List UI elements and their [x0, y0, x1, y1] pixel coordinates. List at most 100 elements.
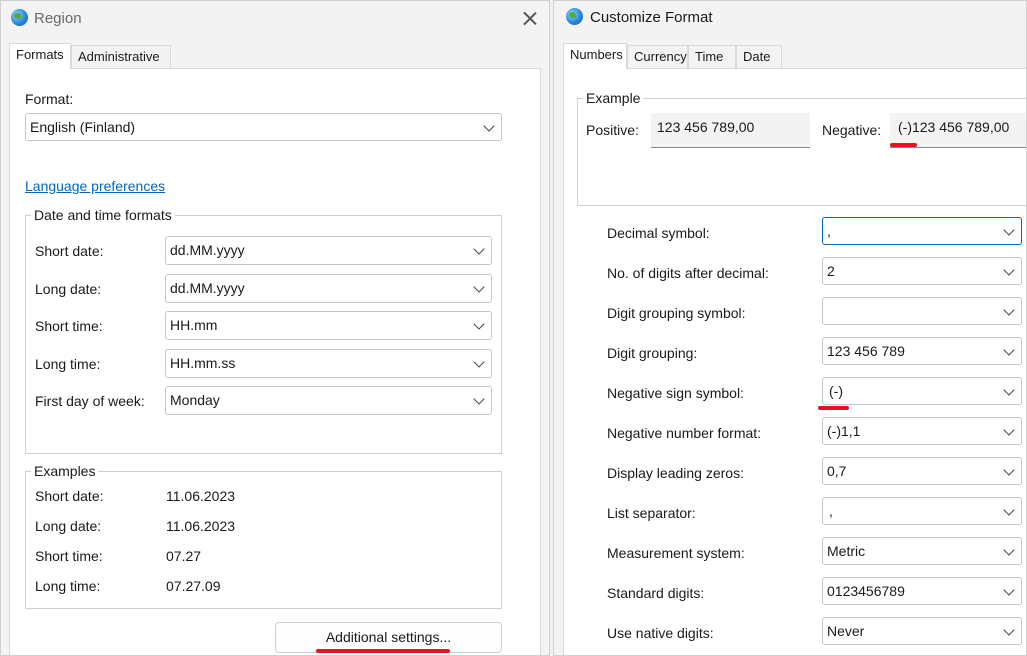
example-long-time-label: Long time: [35, 578, 101, 594]
negative-sign-symbol-dropdown[interactable]: (-) [822, 377, 1022, 405]
tab-formats[interactable]: Formats [9, 43, 71, 69]
tab-date[interactable]: Date [736, 45, 782, 69]
long-date-dropdown[interactable]: dd.MM.yyyy [165, 274, 492, 303]
leading-zeros-label: Display leading zeros: [607, 465, 744, 481]
chevron-down-icon [1003, 504, 1015, 516]
chevron-down-icon [1003, 264, 1015, 276]
positive-value: 123 456 789,00 [651, 113, 810, 148]
chevron-down-icon [473, 356, 485, 368]
first-day-value: Monday [170, 392, 220, 408]
digits-after-decimal-value: 2 [827, 263, 835, 279]
first-day-dropdown[interactable]: Monday [165, 386, 492, 415]
native-digits-value: Never [827, 623, 865, 639]
example-group-title: Example [583, 90, 644, 106]
example-short-time-label: Short time: [35, 548, 103, 564]
examples-group-title: Examples [31, 463, 99, 479]
short-date-value: dd.MM.yyyy [170, 242, 245, 258]
short-time-value: HH.mm [170, 317, 218, 333]
annotation-underline [818, 406, 849, 410]
annotation-underline [316, 649, 450, 653]
short-date-dropdown[interactable]: dd.MM.yyyy [165, 236, 492, 265]
list-separator-value: , [829, 503, 833, 519]
negative-label: Negative: [822, 122, 882, 138]
tab-numbers[interactable]: Numbers [563, 43, 627, 69]
short-date-label: Short date: [35, 243, 104, 259]
digits-after-decimal-label: No. of digits after decimal: [607, 265, 769, 281]
long-date-label: Long date: [35, 281, 102, 297]
chevron-down-icon [1003, 464, 1015, 476]
native-digits-label: Use native digits: [607, 625, 714, 641]
decimal-symbol-dropdown[interactable]: , [822, 217, 1022, 245]
negative-number-format-label: Negative number format: [607, 425, 762, 441]
format-label: Format: [25, 91, 74, 107]
long-date-value: dd.MM.yyyy [170, 280, 245, 296]
decimal-symbol-value: , [827, 223, 831, 239]
example-long-date-value: 11.06.2023 [166, 518, 236, 534]
short-time-label: Short time: [35, 318, 103, 334]
digit-grouping-value: 123 456 789 [827, 343, 905, 359]
window-title: Customize Format [590, 9, 713, 26]
measurement-system-dropdown[interactable]: Metric [822, 537, 1022, 565]
window-title: Region [34, 10, 82, 27]
chevron-down-icon [473, 243, 485, 255]
digits-after-decimal-dropdown[interactable]: 2 [822, 257, 1022, 285]
customize-tabs: Numbers Currency Time Date [563, 43, 1023, 69]
short-time-dropdown[interactable]: HH.mm [165, 311, 492, 340]
customize-format-window: Customize Format Numbers Currency Time D… [553, 0, 1027, 656]
chevron-down-icon [1003, 304, 1015, 316]
tab-administrative[interactable]: Administrative [71, 45, 171, 69]
region-tabs: Formats Administrative [9, 43, 539, 69]
long-time-value: HH.mm.ss [170, 355, 236, 371]
negative-sign-symbol-label: Negative sign symbol: [607, 385, 744, 401]
example-short-date-label: Short date: [35, 488, 104, 504]
long-time-label: Long time: [35, 356, 101, 372]
chevron-down-icon [473, 281, 485, 293]
measurement-system-value: Metric [827, 543, 866, 559]
globe-icon [11, 9, 28, 26]
datetime-group-title: Date and time formats [31, 207, 175, 223]
region-titlebar: Region [1, 1, 549, 37]
chevron-down-icon [1003, 344, 1015, 356]
chevron-down-icon [473, 318, 485, 330]
format-dropdown[interactable]: English (Finland) [25, 113, 502, 141]
digit-grouping-dropdown[interactable]: 123 456 789 [822, 337, 1022, 365]
measurement-system-label: Measurement system: [607, 545, 745, 561]
language-preferences-link[interactable]: Language preferences [25, 178, 165, 194]
negative-number-format-value: (-)1,1 [827, 423, 861, 439]
positive-label: Positive: [586, 122, 639, 138]
decimal-symbol-label: Decimal symbol: [607, 225, 710, 241]
list-separator-dropdown[interactable]: , [822, 497, 1022, 525]
annotation-underline [890, 143, 917, 147]
tab-time[interactable]: Time [688, 45, 736, 69]
chevron-down-icon [1003, 224, 1015, 236]
digit-grouping-symbol-label: Digit grouping symbol: [607, 305, 746, 321]
numbers-panel: Example Positive: 123 456 789,00 Negativ… [563, 68, 1026, 655]
chevron-down-icon [483, 120, 495, 132]
native-digits-dropdown[interactable]: Never [822, 617, 1022, 645]
chevron-down-icon [473, 393, 485, 405]
formats-panel: Format: English (Finland) Language prefe… [9, 68, 541, 655]
chevron-down-icon [1003, 544, 1015, 556]
close-icon[interactable] [522, 10, 538, 26]
negative-sign-symbol-value: (-) [829, 383, 843, 399]
negative-number-format-dropdown[interactable]: (-)1,1 [822, 417, 1022, 445]
tab-currency[interactable]: Currency [627, 45, 688, 69]
chevron-down-icon [1003, 624, 1015, 636]
digit-grouping-symbol-dropdown[interactable] [822, 297, 1022, 325]
leading-zeros-dropdown[interactable]: 0,7 [822, 457, 1022, 485]
globe-icon [566, 8, 583, 25]
format-value: English (Finland) [30, 119, 136, 135]
chevron-down-icon [1003, 584, 1015, 596]
example-long-date-label: Long date: [35, 518, 102, 534]
list-separator-label: List separator: [607, 505, 696, 521]
long-time-dropdown[interactable]: HH.mm.ss [165, 349, 492, 378]
standard-digits-dropdown[interactable]: 0123456789 [822, 577, 1022, 605]
customize-titlebar: Customize Format [554, 1, 1026, 37]
leading-zeros-value: 0,7 [827, 463, 847, 479]
example-short-time-value: 07.27 [166, 548, 202, 564]
digit-grouping-label: Digit grouping: [607, 345, 698, 361]
example-long-time-value: 07.27.09 [166, 578, 221, 594]
standard-digits-value: 0123456789 [827, 583, 905, 599]
chevron-down-icon [1003, 424, 1015, 436]
standard-digits-label: Standard digits: [607, 585, 705, 601]
